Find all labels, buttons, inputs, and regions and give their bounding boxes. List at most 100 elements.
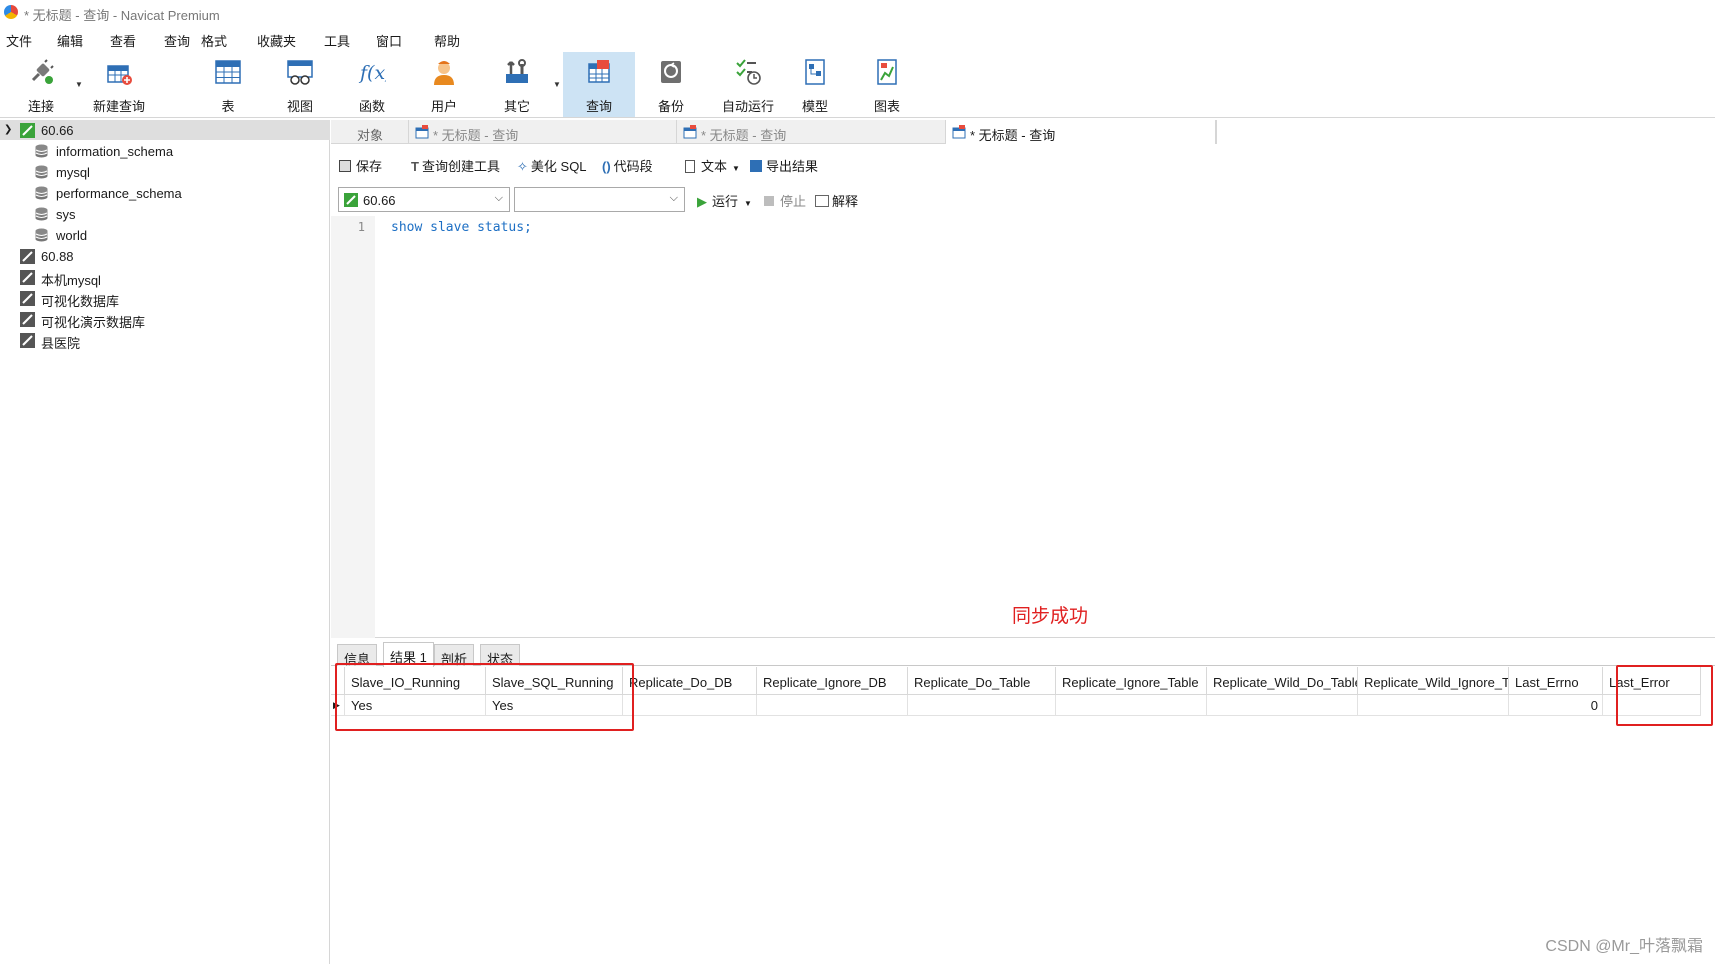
tree-db-mysql[interactable]: mysql <box>0 162 330 182</box>
highlight-running-columns <box>335 663 634 731</box>
backup-button[interactable]: 备份 <box>638 52 704 117</box>
table-cell[interactable]: 0 <box>1509 695 1603 716</box>
snippet-label: 代码段 <box>613 159 653 174</box>
menu-edit[interactable]: 编辑 <box>57 31 83 50</box>
sql-editor[interactable]: 1 show slave status; <box>331 216 1715 638</box>
table-cell[interactable] <box>757 695 908 716</box>
save-button[interactable]: 保存 <box>339 156 382 175</box>
highlight-last-error <box>1616 665 1713 726</box>
tree-connection-local-mysql[interactable]: 本机mysql <box>0 267 330 288</box>
beautify-sql-button[interactable]: ✧ 美化 SQL <box>517 156 587 175</box>
chevron-down-icon[interactable]: ❯ <box>4 124 12 135</box>
column-header[interactable]: Replicate_Wild_Do_Table <box>1207 667 1358 695</box>
tab-query-3-label: * 无标题 - 查询 <box>970 128 1056 143</box>
new-query-button[interactable]: 新建查询 <box>86 52 152 117</box>
tree-connection-visual-demo-db[interactable]: 可视化演示数据库 <box>0 309 330 330</box>
user-button[interactable]: 用户 <box>411 52 477 117</box>
column-header[interactable]: Replicate_Do_DB <box>623 667 757 695</box>
model-label: 模型 <box>801 99 828 114</box>
query-builder-button[interactable]: T 查询创建工具 <box>411 156 500 175</box>
text-dropdown-icon[interactable]: ▼ <box>732 164 740 173</box>
query-label: 查询 <box>585 99 612 114</box>
tab-query-1[interactable]: * 无标题 - 查询 <box>409 120 677 144</box>
export-results-button[interactable]: 导出结果 <box>750 156 818 175</box>
menu-favorites[interactable]: 收藏夹 <box>257 31 296 50</box>
column-header[interactable]: Replicate_Ignore_Table <box>1056 667 1207 695</box>
builder-label: 查询创建工具 <box>421 159 500 174</box>
column-header[interactable]: Replicate_Wild_Ignore_T <box>1358 667 1509 695</box>
tab-objects[interactable]: 对象 <box>331 120 409 144</box>
database-icon <box>35 144 48 158</box>
window-title: * 无标题 - 查询 - Navicat Premium <box>24 8 220 23</box>
document-icon <box>685 160 695 173</box>
chart-button[interactable]: 图表 <box>854 52 920 117</box>
other-dropdown-icon[interactable]: ▼ <box>553 80 561 89</box>
table-cell[interactable] <box>908 695 1056 716</box>
stop-label: 停止 <box>780 194 807 209</box>
run-dropdown-icon[interactable]: ▼ <box>744 199 752 208</box>
menu-file[interactable]: 文件 <box>6 31 32 50</box>
tab-query-3[interactable]: * 无标题 - 查询 <box>946 120 1216 144</box>
column-header[interactable]: Replicate_Do_Table <box>908 667 1056 695</box>
backup-label: 备份 <box>657 99 684 114</box>
tree-db-world[interactable]: world <box>0 225 330 245</box>
beautify-label: 美化 SQL <box>530 159 587 174</box>
tree-db-label: world <box>56 228 88 243</box>
connection-icon <box>20 270 35 285</box>
tree-connection-label: 60.66 <box>41 123 74 138</box>
view-icon <box>287 60 313 85</box>
menu-format[interactable]: 格式 <box>201 31 227 50</box>
table-cell[interactable] <box>1207 695 1358 716</box>
connection-select[interactable]: 60.66 ⌵ <box>338 187 510 212</box>
tree-connection-6066[interactable]: ❯ 60.66 <box>0 120 330 140</box>
table-button[interactable]: 表 <box>195 52 261 117</box>
tab-query-2[interactable]: * 无标题 - 查询 <box>677 120 946 144</box>
tree-db-information-schema[interactable]: information_schema <box>0 141 330 161</box>
menu-tools[interactable]: 工具 <box>324 31 350 50</box>
run-button[interactable]: ▶ 运行 ▼ <box>697 191 752 210</box>
new-query-icon <box>107 65 132 85</box>
stop-button[interactable]: 停止 <box>764 191 806 210</box>
code-snippet-button[interactable]: () 代码段 <box>602 156 653 175</box>
view-button[interactable]: 视图 <box>267 52 333 117</box>
function-button[interactable]: f(x) 函数 <box>339 52 405 117</box>
tree-connection-label: 本机mysql <box>41 273 101 288</box>
chart-label: 图表 <box>873 99 900 114</box>
explain-button[interactable]: 解释 <box>815 191 858 210</box>
menu-help[interactable]: 帮助 <box>434 31 460 50</box>
tree-connection-visual-db[interactable]: 可视化数据库 <box>0 288 330 309</box>
column-header[interactable]: Last_Errno <box>1509 667 1603 695</box>
database-icon <box>35 228 48 242</box>
connection-active-icon <box>344 193 358 207</box>
database-icon <box>35 165 48 179</box>
database-select[interactable]: ⌵ <box>514 187 685 212</box>
text-label: 文本 <box>701 159 728 174</box>
tree-connection-county-hospital[interactable]: 县医院 <box>0 330 330 351</box>
menu-query[interactable]: 查询 <box>164 31 190 50</box>
save-label: 保存 <box>356 159 383 174</box>
connect-dropdown-icon[interactable]: ▼ <box>75 80 83 89</box>
connect-button[interactable]: 连接 <box>8 52 74 117</box>
model-icon <box>805 59 825 85</box>
other-button[interactable]: 其它 <box>484 52 550 117</box>
connection-icon <box>20 249 35 264</box>
table-cell[interactable] <box>1056 695 1207 716</box>
tree-db-sys[interactable]: sys <box>0 204 330 224</box>
menu-window[interactable]: 窗口 <box>376 31 402 50</box>
tools-icon <box>506 59 528 83</box>
tree-connection-6088[interactable]: 60.88 <box>0 246 330 266</box>
text-mode-button[interactable]: 文本 ▼ <box>685 156 740 175</box>
automation-label: 自动运行 <box>721 99 774 114</box>
tree-db-label: information_schema <box>56 144 174 159</box>
table-cell[interactable] <box>623 695 757 716</box>
column-header[interactable]: Replicate_Ignore_DB <box>757 667 908 695</box>
automation-button[interactable]: 自动运行 <box>710 52 786 117</box>
sql-code[interactable]: show slave status; <box>391 220 532 235</box>
table-cell[interactable] <box>1358 695 1509 716</box>
backup-icon <box>661 61 681 83</box>
menu-view[interactable]: 查看 <box>110 31 136 50</box>
function-icon: f(x) <box>358 62 386 84</box>
model-button[interactable]: 模型 <box>782 52 848 117</box>
tree-db-performance-schema[interactable]: performance_schema <box>0 183 330 203</box>
query-button[interactable]: 查询 <box>563 52 635 117</box>
